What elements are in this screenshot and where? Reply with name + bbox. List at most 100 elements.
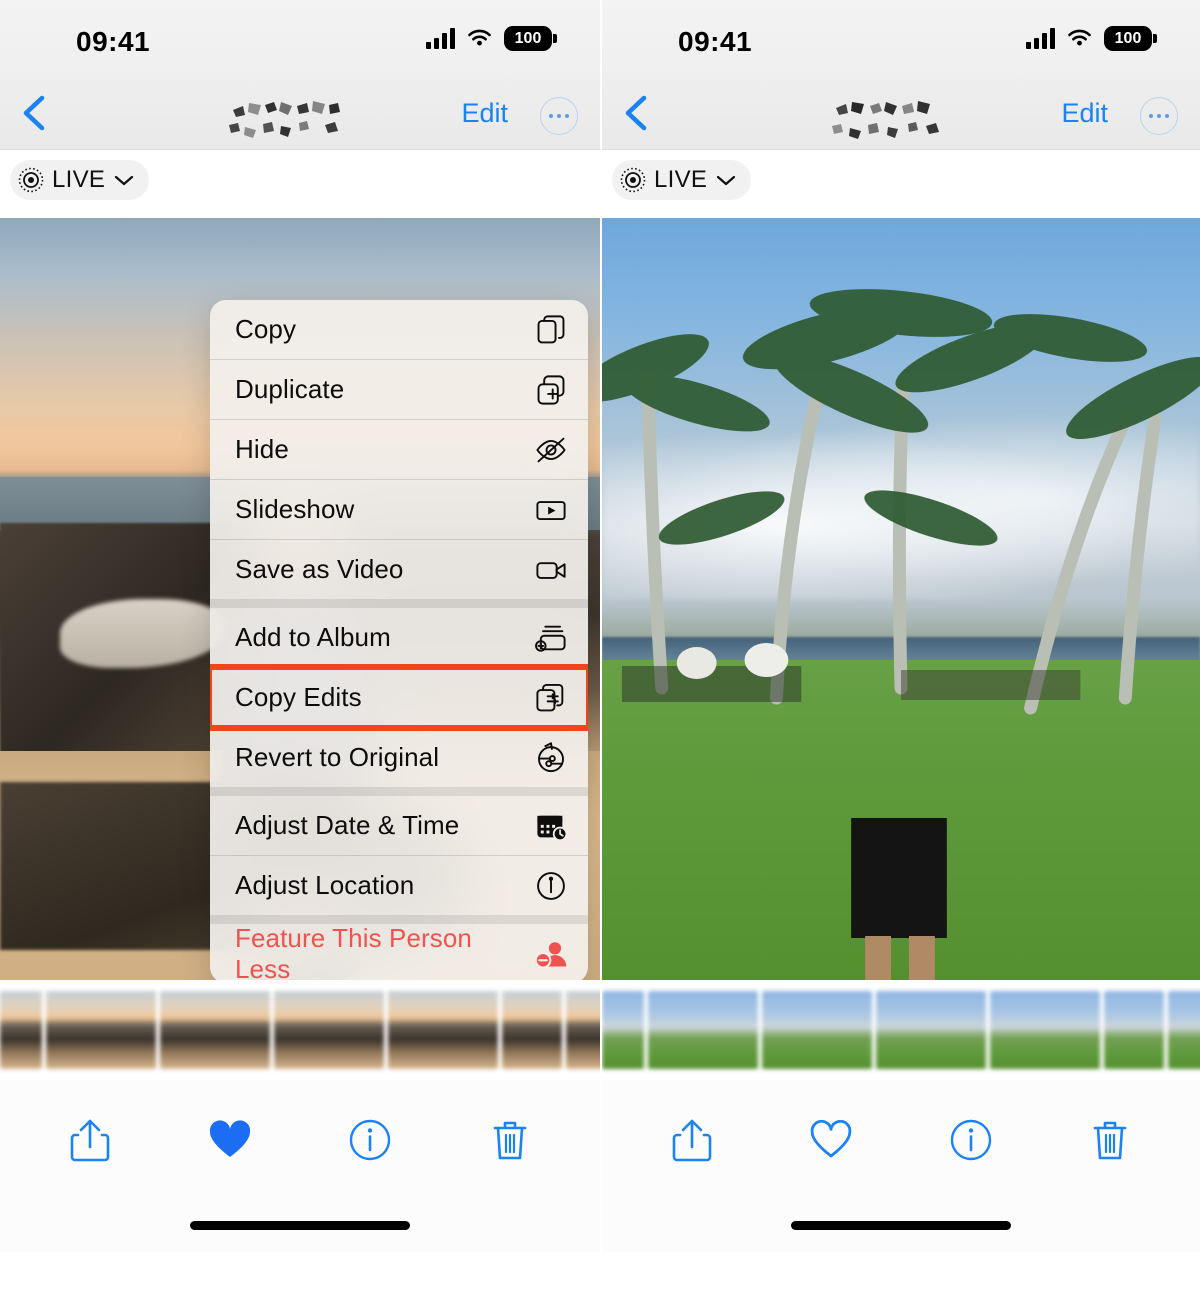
status-indicators: 100	[426, 26, 557, 51]
location-pin-icon	[537, 871, 565, 900]
nav-bar: Edit	[602, 78, 1200, 150]
edit-button[interactable]: Edit	[1061, 98, 1108, 129]
menu-item-adjust-location[interactable]: Adjust Location	[210, 856, 588, 915]
person-less-icon	[534, 941, 567, 969]
add-to-album-icon	[535, 625, 566, 652]
menu-item-label: Hide	[235, 434, 289, 464]
menu-item-slideshow[interactable]: Slideshow	[210, 480, 588, 539]
menu-item-label: Feature This Person Less	[235, 922, 472, 981]
status-time: 09:41	[678, 26, 753, 57]
filmstrip-thumbnail[interactable]	[388, 991, 498, 1069]
battery-icon: 100	[504, 26, 557, 51]
duplicate-icon	[537, 374, 565, 405]
redacted-title-scribble	[832, 101, 939, 139]
filmstrip-thumbnail[interactable]	[990, 991, 1100, 1069]
cellular-bars-icon	[1026, 28, 1055, 49]
revert-icon	[538, 741, 564, 772]
palm-trees	[602, 289, 1200, 980]
chevron-down-icon	[115, 175, 134, 186]
menu-item-copy-edits[interactable]: Copy Edits	[210, 664, 588, 731]
copy-edits-icon	[536, 683, 564, 711]
menu-item-adjust-date-time[interactable]: Adjust Date & Time	[210, 796, 588, 855]
live-photo-badge[interactable]: LIVE	[612, 160, 752, 200]
wifi-icon	[1068, 29, 1091, 46]
home-indicator-area-left	[0, 1200, 600, 1252]
wifi-icon	[468, 29, 491, 46]
copy-icon	[537, 314, 565, 343]
heart-icon[interactable]	[808, 1117, 854, 1163]
eye-slash-icon	[536, 437, 566, 462]
filmstrip-thumbnail[interactable]	[648, 991, 758, 1069]
chevron-down-icon	[717, 175, 736, 186]
status-time: 09:41	[76, 26, 151, 57]
menu-group-separator	[210, 787, 588, 796]
status-bar: 09:41 100	[602, 0, 1200, 78]
menu-item-label: Duplicate	[235, 374, 345, 404]
menu-item-add-to-album[interactable]: Add to Album	[210, 608, 588, 667]
menu-item-duplicate[interactable]: Duplicate	[210, 360, 588, 419]
menu-item-copy[interactable]: Copy	[210, 300, 588, 359]
share-icon[interactable]	[669, 1117, 715, 1163]
photo-stage-left: LIVE Copy Duplicate Hide Slideshow Save …	[0, 150, 600, 980]
filmstrip-thumbnail[interactable]	[1168, 991, 1200, 1069]
live-badge-label: LIVE	[654, 166, 708, 193]
phone-screen-left: 09:41 100 Edit LIVE Copy Duplicate Hide …	[0, 0, 600, 1301]
context-menu-left[interactable]: Copy Duplicate Hide Slideshow Save as Video A…	[210, 300, 588, 980]
battery-icon: 100	[1104, 26, 1157, 51]
filmstrip-thumbnail[interactable]	[1104, 991, 1164, 1069]
menu-item-label: Slideshow	[235, 494, 355, 524]
filmstrip-thumbnail[interactable]	[602, 991, 644, 1069]
back-chevron-icon[interactable]	[614, 90, 660, 136]
bottom-toolbar-right	[602, 1080, 1200, 1200]
cellular-bars-icon	[426, 28, 455, 49]
filmstrip-thumbnail[interactable]	[0, 991, 42, 1069]
home-indicator	[190, 1221, 410, 1230]
phone-screen-right: 09:41 100 Edit LIVE	[600, 0, 1200, 1301]
heart-icon[interactable]	[207, 1117, 253, 1163]
live-photo-icon	[620, 167, 646, 193]
calendar-clock-icon	[537, 815, 568, 841]
menu-item-save-as-video[interactable]: Save as Video	[210, 540, 588, 599]
status-indicators: 100	[1026, 26, 1157, 51]
back-chevron-icon[interactable]	[12, 90, 58, 136]
filmstrip-thumbnail[interactable]	[274, 991, 384, 1069]
live-photo-icon	[18, 167, 44, 193]
photo-stage-right: LIVE	[602, 150, 1200, 980]
share-icon[interactable]	[67, 1117, 113, 1163]
slideshow-play-icon	[536, 500, 566, 520]
home-indicator	[791, 1221, 1011, 1230]
live-badge-label: LIVE	[52, 166, 106, 193]
info-icon[interactable]	[347, 1117, 393, 1163]
menu-item-label: Add to Album	[235, 622, 391, 652]
menu-item-revert-to-original[interactable]: Revert to Original	[210, 728, 588, 787]
video-camera-icon	[536, 561, 566, 579]
trash-icon[interactable]	[487, 1117, 533, 1163]
filmstrip-thumbnail[interactable]	[46, 991, 156, 1069]
home-indicator-area-right	[602, 1200, 1200, 1252]
filmstrip-thumbnail[interactable]	[160, 991, 270, 1069]
menu-item-feature-this-person-less[interactable]: Feature This Person Less	[210, 922, 588, 981]
filmstrip-thumbnail[interactable]	[876, 991, 986, 1069]
menu-item-hide[interactable]: Hide	[210, 420, 588, 479]
battery-level: 100	[1114, 29, 1142, 47]
live-photo-badge[interactable]: LIVE	[10, 160, 150, 200]
status-bar: 09:41 100	[0, 0, 600, 78]
filmstrip-thumbnail[interactable]	[502, 991, 562, 1069]
nav-bar: Edit	[0, 78, 600, 150]
photo-palm-lawn[interactable]	[602, 218, 1200, 980]
filmstrip-right[interactable]	[602, 980, 1200, 1080]
info-icon[interactable]	[948, 1117, 994, 1163]
filmstrip-thumbnail[interactable]	[566, 991, 600, 1069]
battery-level: 100	[514, 29, 542, 47]
menu-item-label: Save as Video	[235, 554, 404, 584]
edit-button[interactable]: Edit	[461, 98, 508, 129]
menu-item-label: Revert to Original	[235, 742, 440, 772]
menu-item-label: Copy	[235, 314, 297, 344]
menu-item-label: Adjust Date & Time	[235, 810, 460, 840]
trash-icon[interactable]	[1087, 1117, 1133, 1163]
more-ellipsis-icon[interactable]	[1140, 97, 1178, 135]
filmstrip-thumbnail[interactable]	[762, 991, 872, 1069]
more-ellipsis-icon[interactable]	[540, 97, 578, 135]
filmstrip-left[interactable]	[0, 980, 600, 1080]
menu-item-label: Copy Edits	[235, 682, 362, 712]
